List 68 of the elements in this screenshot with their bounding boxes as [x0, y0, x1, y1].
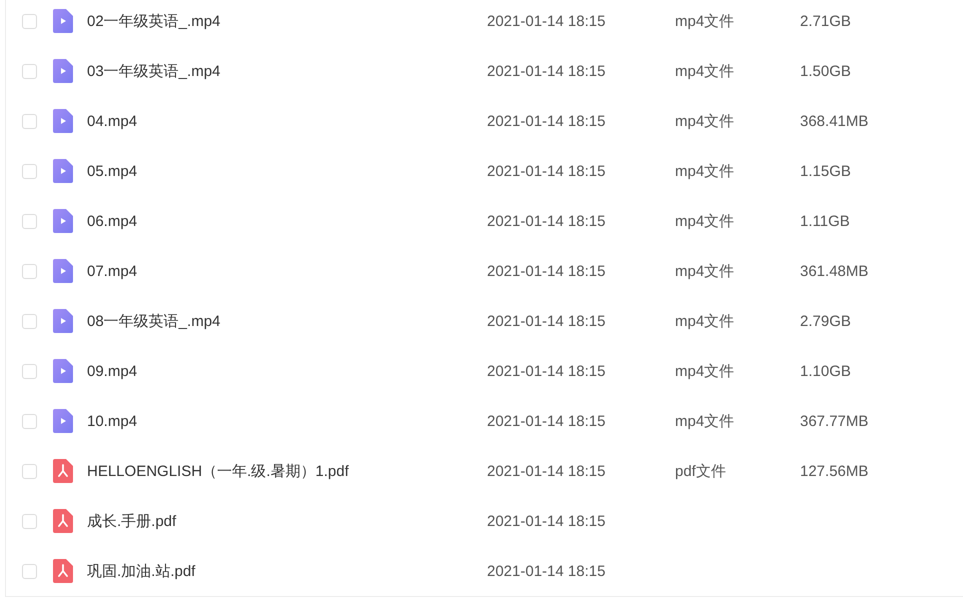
- file-name[interactable]: 04.mp4: [87, 112, 487, 130]
- modified-date: 2021-01-14 18:15: [487, 412, 606, 430]
- file-size: 368.41MB: [800, 112, 868, 130]
- modified-date: 2021-01-14 18:15: [487, 362, 606, 380]
- file-size: 1.11GB: [800, 212, 850, 230]
- modified-date: 2021-01-14 18:15: [487, 12, 606, 30]
- checkbox[interactable]: [22, 14, 37, 28]
- video-file-icon: [53, 109, 73, 133]
- file-type: mp4文件: [675, 12, 734, 30]
- video-file-icon: [53, 9, 73, 33]
- checkbox[interactable]: [22, 64, 37, 78]
- checkbox[interactable]: [22, 164, 37, 178]
- video-file-icon: [53, 309, 73, 333]
- file-name[interactable]: HELLOENGLISH（一年.级.暑期）1.pdf: [87, 462, 487, 480]
- file-name[interactable]: 03一年级英语_.mp4: [87, 62, 487, 80]
- file-name[interactable]: 07.mp4: [87, 262, 487, 280]
- file-name[interactable]: 成长.手册.pdf: [87, 512, 487, 530]
- checkbox[interactable]: [22, 414, 37, 428]
- file-name[interactable]: 巩固.加油.站.pdf: [87, 562, 487, 580]
- modified-date: 2021-01-14 18:15: [487, 562, 606, 580]
- checkbox[interactable]: [22, 464, 37, 478]
- modified-date: 2021-01-14 18:15: [487, 262, 606, 280]
- file-type: mp4文件: [675, 262, 734, 280]
- pdf-file-icon: [53, 459, 73, 483]
- pdf-file-icon: [53, 559, 73, 583]
- file-type: mp4文件: [675, 362, 734, 380]
- modified-date: 2021-01-14 18:15: [487, 112, 606, 130]
- modified-date: 2021-01-14 18:15: [487, 312, 606, 330]
- file-type: mp4文件: [675, 312, 734, 330]
- file-name[interactable]: 08一年级英语_.mp4: [87, 312, 487, 330]
- checkbox[interactable]: [22, 514, 37, 528]
- file-name[interactable]: 09.mp4: [87, 362, 487, 380]
- file-name[interactable]: 05.mp4: [87, 162, 487, 180]
- file-name[interactable]: 02一年级英语_.mp4: [87, 12, 487, 30]
- file-type: mp4文件: [675, 112, 734, 130]
- file-type: mp4文件: [675, 412, 734, 430]
- checkbox[interactable]: [22, 314, 37, 328]
- file-type: pdf文件: [675, 462, 726, 480]
- modified-date: 2021-01-14 18:15: [487, 162, 606, 180]
- video-file-icon: [53, 159, 73, 183]
- modified-date: 2021-01-14 18:15: [487, 212, 606, 230]
- video-file-icon: [53, 359, 73, 383]
- file-name[interactable]: 10.mp4: [87, 412, 487, 430]
- file-size: 127.56MB: [800, 462, 868, 480]
- video-file-icon: [53, 59, 73, 83]
- video-file-icon: [53, 209, 73, 233]
- file-type: mp4文件: [675, 62, 734, 80]
- file-type: mp4文件: [675, 212, 734, 230]
- checkbox[interactable]: [22, 214, 37, 228]
- checkbox[interactable]: [22, 264, 37, 278]
- checkbox[interactable]: [22, 114, 37, 128]
- pdf-file-icon: [53, 509, 73, 533]
- checkbox[interactable]: [22, 364, 37, 378]
- file-size: 361.48MB: [800, 262, 868, 280]
- file-size: 1.15GB: [800, 162, 851, 180]
- file-size: 367.77MB: [800, 412, 868, 430]
- file-type: mp4文件: [675, 162, 734, 180]
- file-size: 1.10GB: [800, 362, 851, 380]
- modified-date: 2021-01-14 18:15: [487, 62, 606, 80]
- video-file-icon: [53, 259, 73, 283]
- file-size: 2.71GB: [800, 12, 851, 30]
- file-name[interactable]: 06.mp4: [87, 212, 487, 230]
- file-size: 1.50GB: [800, 62, 851, 80]
- modified-date: 2021-01-14 18:15: [487, 462, 606, 480]
- checkbox[interactable]: [22, 564, 37, 578]
- modified-date: 2021-01-14 18:15: [487, 512, 606, 530]
- file-size: 2.79GB: [800, 312, 851, 330]
- video-file-icon: [53, 409, 73, 433]
